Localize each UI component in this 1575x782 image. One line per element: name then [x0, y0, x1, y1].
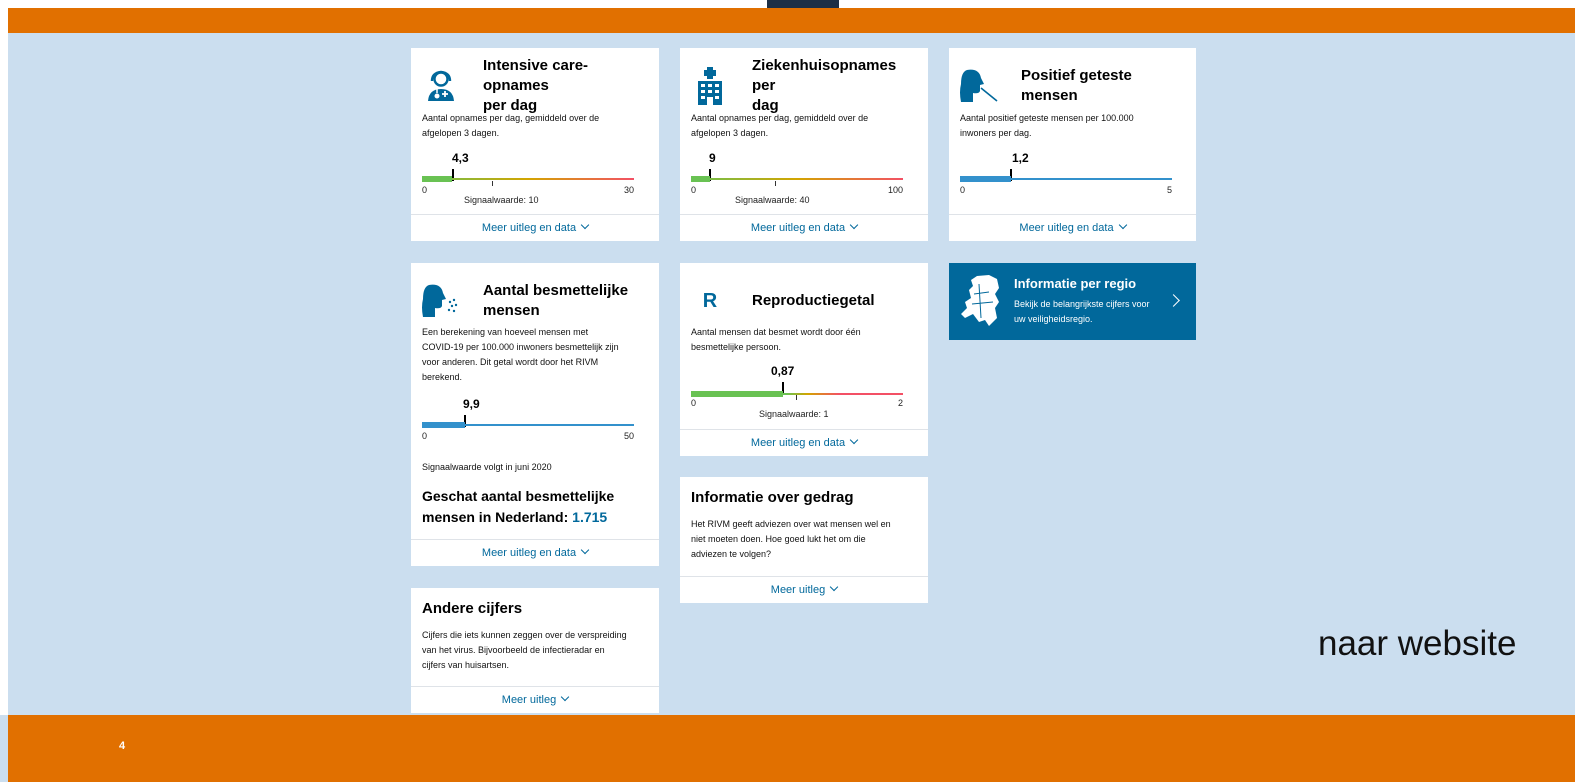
- chevron-down-icon: [849, 435, 859, 445]
- hospital-icon: [690, 66, 730, 106]
- more-info-button[interactable]: Meer uitleg en data: [411, 539, 659, 566]
- card-header: Intensive care-opnames per dag: [421, 57, 649, 114]
- gauge-value: 1,2: [1012, 151, 1029, 165]
- chevron-down-icon: [560, 692, 570, 702]
- card-title: Reproductiegetal: [752, 292, 875, 309]
- gauge-fill: [422, 176, 452, 182]
- gauge-max: 2: [897, 398, 903, 408]
- card-title: Andere cijfers: [422, 600, 523, 617]
- website-link[interactable]: naar website: [1318, 624, 1516, 664]
- estimate-value: 1.715: [572, 509, 608, 525]
- gauge-track: [422, 178, 634, 180]
- page-number: 4: [119, 740, 126, 752]
- bottom-bar: 4: [8, 715, 1575, 782]
- gauge-fill: [691, 391, 783, 397]
- card-positive-tests: Positief geteste mensen Aantal positief …: [949, 48, 1196, 241]
- gauge-track: [691, 178, 903, 180]
- region-info-link[interactable]: Informatie per regio Bekijk de belangrij…: [949, 263, 1196, 340]
- card-header: R Reproductiegetal: [690, 275, 918, 327]
- positive-gauge: 1,2 0 5: [960, 151, 1172, 201]
- card-description: Aantal positief geteste mensen per 100.0…: [960, 113, 1134, 138]
- estimate-text: Geschat aantal besmettelijke mensen in Ne…: [422, 488, 615, 525]
- netherlands-map-icon: [959, 274, 1004, 329]
- card-intensive-care: Intensive care-opnames per dag Aantal opn…: [411, 48, 659, 241]
- gauge-max: 50: [623, 431, 634, 441]
- infectious-gauge: 9,9 0 50: [422, 397, 634, 447]
- chevron-down-icon: [1118, 220, 1127, 230]
- card-title: Ziekenhuisopnames per dag: [752, 57, 897, 114]
- gauge-max: 30: [623, 185, 634, 195]
- more-info-button[interactable]: Meer uitleg: [411, 686, 659, 713]
- more-info-button[interactable]: Meer uitleg: [680, 576, 928, 603]
- top-dark-tab: [767, 0, 839, 8]
- signal-tick: [492, 181, 493, 186]
- gauge-fill: [960, 176, 1011, 182]
- gauge-value: 9: [709, 151, 716, 165]
- more-info-button[interactable]: Meer uitleg en data: [680, 429, 928, 456]
- signal-tick: [775, 181, 776, 186]
- card-behaviour: Informatie over gedrag Het RIVM geeft ad…: [680, 477, 928, 603]
- card-title: Positief geteste mensen: [1021, 67, 1132, 104]
- chevron-down-icon: [849, 220, 859, 230]
- signal-label: Signaalwaarde: 1: [759, 409, 829, 419]
- card-other-figures: Andere cijfers Cijfers die iets kunnen z…: [411, 588, 659, 713]
- top-bar: [0, 0, 1575, 33]
- card-description: Het RIVM geeft adviezen over wat mensen …: [691, 519, 891, 559]
- coughing-person-icon: [421, 281, 461, 321]
- more-info-button[interactable]: Meer uitleg en data: [411, 214, 659, 241]
- left-stripe: [0, 33, 8, 715]
- card-title: Intensive care-opnames per dag: [483, 57, 589, 114]
- chevron-down-icon: [829, 582, 839, 592]
- signal-label: Signaalwaarde: 10: [464, 195, 539, 205]
- region-title: Informatie per regio: [1014, 276, 1137, 291]
- gauge-max: 100: [887, 185, 903, 195]
- reproduction-gauge: 0,87 0 2 Signaalwaarde: 1: [691, 364, 903, 424]
- gauge-min: 0: [422, 431, 428, 441]
- doctor-icon: [421, 66, 461, 106]
- card-header: Ziekenhuisopnames per dag: [690, 57, 918, 114]
- chevron-down-icon: [580, 545, 590, 555]
- card-description: Een berekening van hoeveel mensen met COV…: [422, 327, 619, 382]
- signal-tick: [796, 395, 797, 400]
- card-description: Aantal mensen dat besmet wordt door één b…: [691, 327, 861, 352]
- chevron-down-icon: [580, 220, 590, 230]
- card-description: Aantal opnames per dag, gemiddeld over d…: [691, 113, 869, 138]
- gauge-value: 9,9: [463, 397, 480, 411]
- card-header: Aantal besmettelijke mensen: [421, 275, 649, 327]
- gauge-min: 0: [422, 185, 428, 195]
- ic-gauge: 4,3 0 30 Signaalwaarde: 10: [422, 151, 634, 206]
- more-info-button[interactable]: Meer uitleg en data: [949, 214, 1196, 241]
- gauge-min: 0: [691, 398, 697, 408]
- top-orange-band: [8, 8, 1575, 33]
- test-person-icon: [959, 66, 999, 106]
- card-reproduction: R Reproductiegetal Aantal mensen dat bes…: [680, 263, 928, 456]
- hospital-gauge: 9 0 100 Signaalwaarde: 40: [691, 151, 903, 206]
- gauge-fill: [691, 176, 710, 182]
- region-description: Bekijk de belangrijkste cijfers voor uw v…: [1014, 299, 1150, 324]
- card-title: Aantal besmettelijke mensen: [483, 282, 629, 319]
- card-hospital: Ziekenhuisopnames per dag Aantal opnames …: [680, 48, 928, 241]
- reproduction-r-icon: R: [702, 289, 718, 312]
- gauge-value: 0,87: [771, 364, 795, 378]
- card-infectious-people: Aantal besmettelijke mensen Een berekenin…: [411, 263, 659, 566]
- signal-label: Signaalwaarde: 40: [735, 195, 810, 205]
- more-info-button[interactable]: Meer uitleg en data: [680, 214, 928, 241]
- card-title: Informatie over gedrag: [691, 489, 854, 506]
- gauge-max: 5: [1166, 185, 1172, 195]
- card-description: Aantal opnames per dag, gemiddeld over d…: [422, 113, 600, 138]
- gauge-value: 4,3: [452, 151, 469, 165]
- card-description: Cijfers die iets kunnen zeggen over de v…: [422, 630, 627, 670]
- card-header: Positief geteste mensen: [959, 60, 1186, 112]
- gauge-fill: [422, 422, 465, 428]
- gauge-min: 0: [960, 185, 966, 195]
- gauge-min: 0: [691, 185, 697, 195]
- signal-note: Signaalwaarde volgt in juni 2020: [422, 462, 552, 472]
